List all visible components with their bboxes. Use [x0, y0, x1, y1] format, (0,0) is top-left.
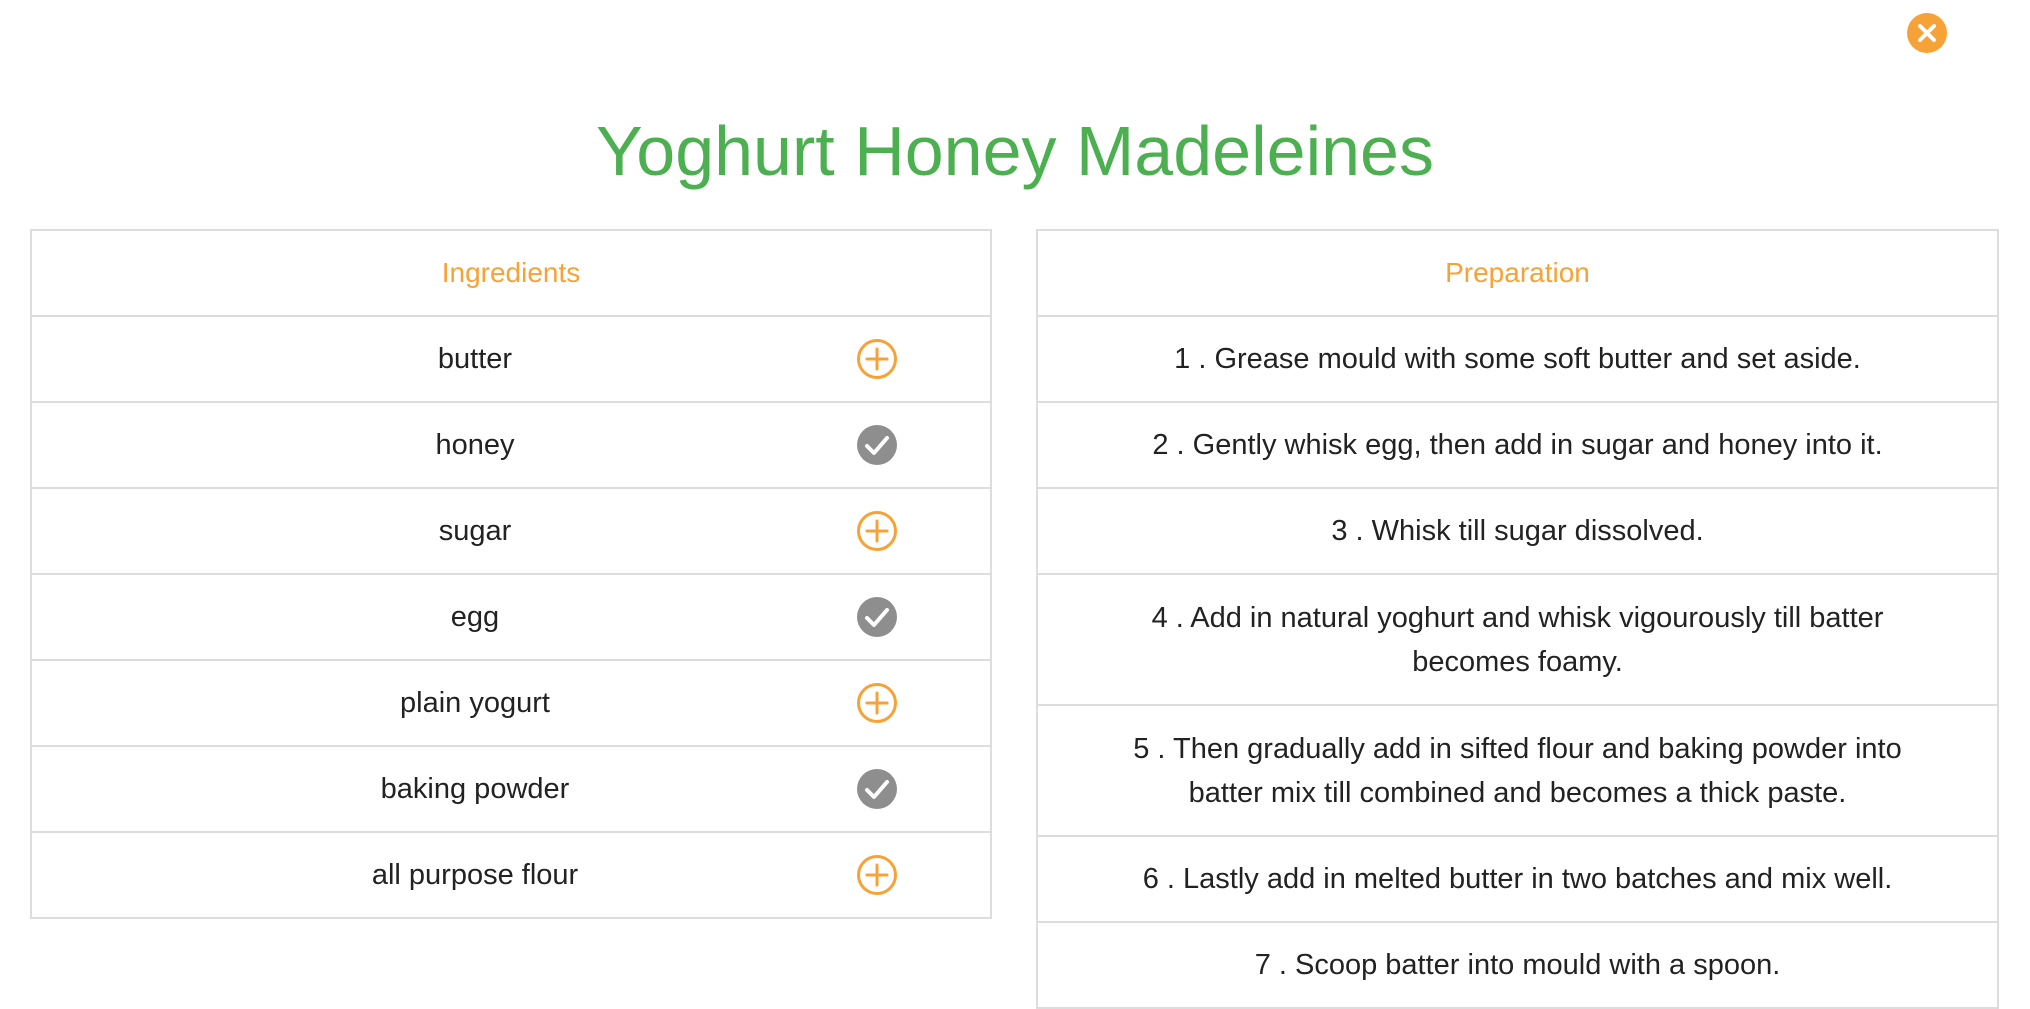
- ingredient-row: sugar: [32, 489, 990, 575]
- ingredients-panel: Ingredients butter honey sugar egg plain…: [30, 229, 992, 919]
- ingredients-header: Ingredients: [32, 231, 990, 317]
- ingredient-row: honey: [32, 403, 990, 489]
- preparation-step: 4 . Add in natural yoghurt and whisk vig…: [1038, 575, 1997, 706]
- ingredient-name: plain yogurt: [400, 686, 550, 719]
- ingredient-add-button[interactable]: [856, 682, 898, 724]
- preparation-step: 2 . Gently whisk egg, then add in sugar …: [1038, 403, 1997, 489]
- ingredient-row: plain yogurt: [32, 661, 990, 747]
- preparation-step: 7 . Scoop batter into mould with a spoon…: [1038, 923, 1997, 1009]
- ingredient-row: baking powder: [32, 747, 990, 833]
- plus-circle-icon: [857, 855, 897, 895]
- close-button[interactable]: [1907, 13, 1947, 53]
- ingredient-row: all purpose flour: [32, 833, 990, 919]
- preparation-step: 1 . Grease mould with some soft butter a…: [1038, 317, 1997, 403]
- ingredient-add-button[interactable]: [856, 510, 898, 552]
- recipe-title: Yoghurt Honey Madeleines: [596, 112, 1434, 190]
- check-circle-icon: [857, 425, 897, 465]
- ingredient-add-button[interactable]: [856, 854, 898, 896]
- ingredient-checked-button[interactable]: [856, 768, 898, 810]
- ingredient-row: butter: [32, 317, 990, 403]
- plus-circle-icon: [857, 339, 897, 379]
- plus-circle-icon: [857, 683, 897, 723]
- ingredient-name: egg: [450, 600, 500, 633]
- preparation-step: 3 . Whisk till sugar dissolved.: [1038, 489, 1997, 575]
- close-icon: [1907, 13, 1947, 53]
- ingredient-checked-button[interactable]: [856, 424, 898, 466]
- ingredient-name: sugar: [438, 514, 512, 547]
- ingredient-row: egg: [32, 575, 990, 661]
- preparation-header: Preparation: [1038, 231, 1997, 317]
- plus-circle-icon: [857, 511, 897, 551]
- ingredient-name: all purpose flour: [371, 858, 579, 891]
- preparation-panel: Preparation 1 . Grease mould with some s…: [1036, 229, 1999, 1009]
- ingredient-checked-button[interactable]: [856, 596, 898, 638]
- check-circle-icon: [857, 597, 897, 637]
- ingredient-name: baking powder: [380, 772, 570, 805]
- ingredient-name: honey: [435, 428, 515, 461]
- ingredient-name: butter: [437, 342, 513, 375]
- ingredient-add-button[interactable]: [856, 338, 898, 380]
- preparation-step: 6 . Lastly add in melted butter in two b…: [1038, 837, 1997, 923]
- preparation-step: 5 . Then gradually add in sifted flour a…: [1038, 706, 1997, 837]
- check-circle-icon: [857, 769, 897, 809]
